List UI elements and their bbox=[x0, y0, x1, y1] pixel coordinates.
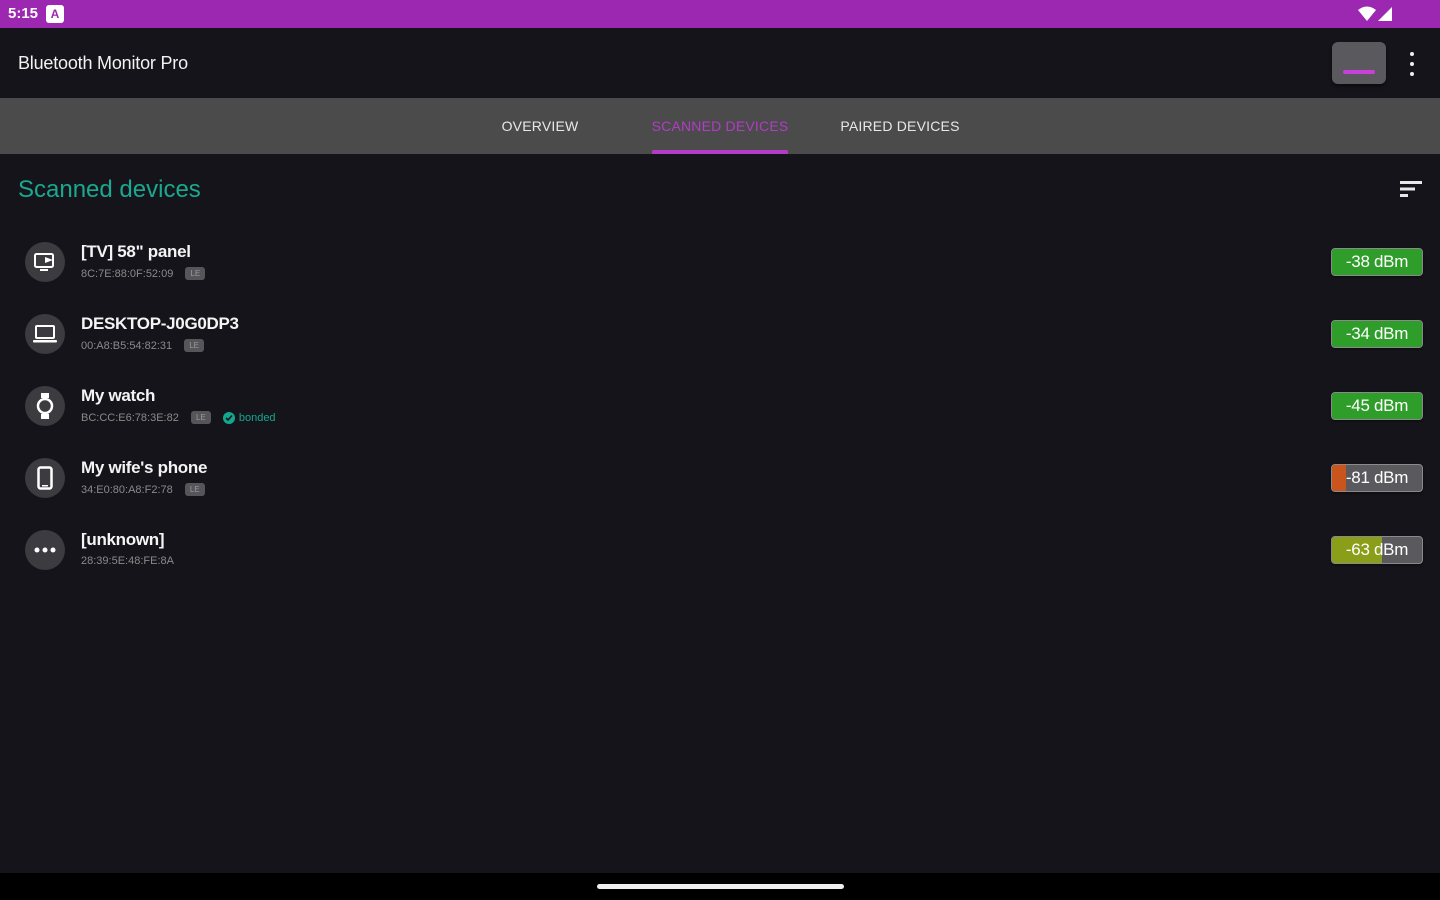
device-mac: 34:E0:80:A8:F2:78 bbox=[81, 483, 173, 496]
device-list: [TV] 58" panel 8C:7E:88:0F:52:09 LE -38 … bbox=[0, 226, 1440, 586]
device-type-chip: LE bbox=[184, 483, 205, 496]
device-mac: 8C:7E:88:0F:52:09 bbox=[81, 267, 174, 280]
device-mac: 28:39:5E:48:FE:8A bbox=[81, 555, 174, 567]
status-icons bbox=[1358, 4, 1392, 24]
home-handle[interactable] bbox=[597, 884, 844, 889]
list-item[interactable]: [TV] 58" panel 8C:7E:88:0F:52:09 LE -38 … bbox=[0, 226, 1440, 298]
section-title: Scanned devices bbox=[18, 176, 201, 203]
app-title: Bluetooth Monitor Pro bbox=[18, 53, 188, 73]
more-vertical-icon[interactable] bbox=[1402, 52, 1422, 76]
tab-overview[interactable]: OVERVIEW bbox=[488, 98, 592, 154]
device-mac: BC:CC:E6:78:3E:82 bbox=[81, 411, 179, 424]
scan-toggle-button[interactable] bbox=[1332, 42, 1386, 84]
rssi-value: -63 dBm bbox=[1345, 540, 1409, 559]
device-name: [unknown] bbox=[81, 530, 165, 549]
device-meta: 8C:7E:88:0F:52:09 LE bbox=[81, 267, 206, 280]
rssi-badge: -45 dBm bbox=[1331, 392, 1423, 420]
rssi-value: -34 dBm bbox=[1345, 324, 1409, 343]
watch-icon bbox=[25, 386, 65, 426]
app-bar: Bluetooth Monitor Pro bbox=[0, 28, 1440, 98]
rssi-value: -38 dBm bbox=[1345, 252, 1409, 271]
tab-paired-devices[interactable]: PAIRED DEVICES bbox=[832, 98, 968, 154]
cell-signal-icon bbox=[1378, 7, 1392, 21]
tab-scanned-devices[interactable]: SCANNED DEVICES bbox=[650, 98, 790, 154]
tab-scanned-devices-label: SCANNED DEVICES bbox=[651, 118, 789, 134]
app-notification-icon: A bbox=[46, 5, 64, 23]
wifi-icon bbox=[1358, 6, 1376, 21]
rssi-badge: -38 dBm bbox=[1331, 248, 1423, 276]
tab-paired-devices-label: PAIRED DEVICES bbox=[840, 118, 960, 134]
rssi-value: -45 dBm bbox=[1345, 396, 1409, 415]
tab-indicator bbox=[652, 150, 788, 154]
device-meta: 34:E0:80:A8:F2:78 LE bbox=[81, 483, 205, 496]
device-name: My watch bbox=[81, 386, 156, 405]
list-item[interactable]: [unknown] 28:39:5E:48:FE:8A -63 dBm bbox=[0, 514, 1440, 586]
tab-bar: OVERVIEW SCANNED DEVICES PAIRED DEVICES bbox=[0, 98, 1440, 154]
rssi-value: -81 dBm bbox=[1345, 468, 1409, 487]
tv-cast-icon bbox=[25, 242, 65, 282]
device-meta: BC:CC:E6:78:3E:82 LE bonded bbox=[81, 411, 276, 424]
device-type-chip: LE bbox=[184, 339, 205, 352]
tab-overview-label: OVERVIEW bbox=[501, 118, 579, 134]
device-name: DESKTOP-J0G0DP3 bbox=[81, 314, 239, 333]
check-icon bbox=[222, 411, 235, 424]
sort-icon[interactable] bbox=[1400, 180, 1422, 198]
more-horizontal-icon bbox=[25, 530, 65, 570]
device-meta: 00:A8:B5:54:82:31 LE bbox=[81, 339, 205, 352]
bonded-label: bonded bbox=[238, 411, 276, 424]
device-meta: 28:39:5E:48:FE:8A bbox=[81, 555, 174, 567]
device-type-chip: LE bbox=[190, 411, 211, 424]
bonded-badge: bonded bbox=[222, 411, 276, 424]
device-name: [TV] 58" panel bbox=[81, 242, 191, 261]
status-time: 5:15 bbox=[8, 5, 39, 22]
rssi-badge: -34 dBm bbox=[1331, 320, 1423, 348]
rssi-badge: -81 dBm bbox=[1331, 464, 1423, 492]
rssi-badge: -63 dBm bbox=[1331, 536, 1423, 564]
status-bar: 5:15 A bbox=[0, 0, 1440, 28]
laptop-icon bbox=[25, 314, 65, 354]
list-item[interactable]: DESKTOP-J0G0DP3 00:A8:B5:54:82:31 LE -34… bbox=[0, 298, 1440, 370]
phone-icon bbox=[25, 458, 65, 498]
list-item[interactable]: My watch BC:CC:E6:78:3E:82 LE bonded -45… bbox=[0, 370, 1440, 442]
list-item[interactable]: My wife's phone 34:E0:80:A8:F2:78 LE -81… bbox=[0, 442, 1440, 514]
device-name: My wife's phone bbox=[81, 458, 208, 477]
navigation-bar bbox=[0, 873, 1440, 900]
scan-toggle-icon bbox=[1343, 70, 1375, 74]
device-mac: 00:A8:B5:54:82:31 bbox=[81, 339, 173, 352]
device-type-chip: LE bbox=[185, 267, 206, 280]
